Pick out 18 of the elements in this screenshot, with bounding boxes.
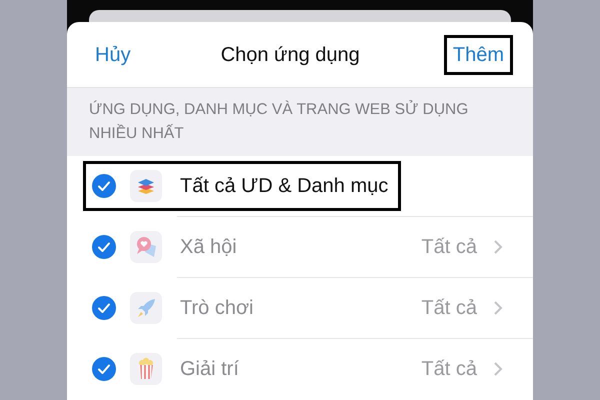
row-label: Xã hội [180,235,237,260]
chat-heart-icon [134,235,158,259]
row-label: Trò chơi [180,296,254,321]
add-button[interactable]: Thêm [444,34,513,74]
row-label: Tất cả ƯD & Danh mục [180,174,388,199]
cancel-button[interactable]: Hủy [89,38,137,72]
row-detail: Tất cả [421,357,477,382]
rocket-icon [135,297,157,319]
row-detail: Tất cả [421,235,477,260]
checkmark-icon[interactable] [92,296,116,320]
checkmark-icon[interactable] [92,235,116,259]
screen-title: Chọn ứng dụng [220,42,360,68]
layers-icon [136,176,156,196]
section-header: ỨNG DỤNG, DANH MỤC VÀ TRANG WEB SỬ DỤNG NHIỀU NHẤT [89,101,468,142]
row-label: Giải trí [180,357,239,382]
checkmark-icon[interactable] [92,357,116,381]
row-detail: Tất cả [421,296,477,321]
checkmark-icon[interactable] [92,174,116,198]
